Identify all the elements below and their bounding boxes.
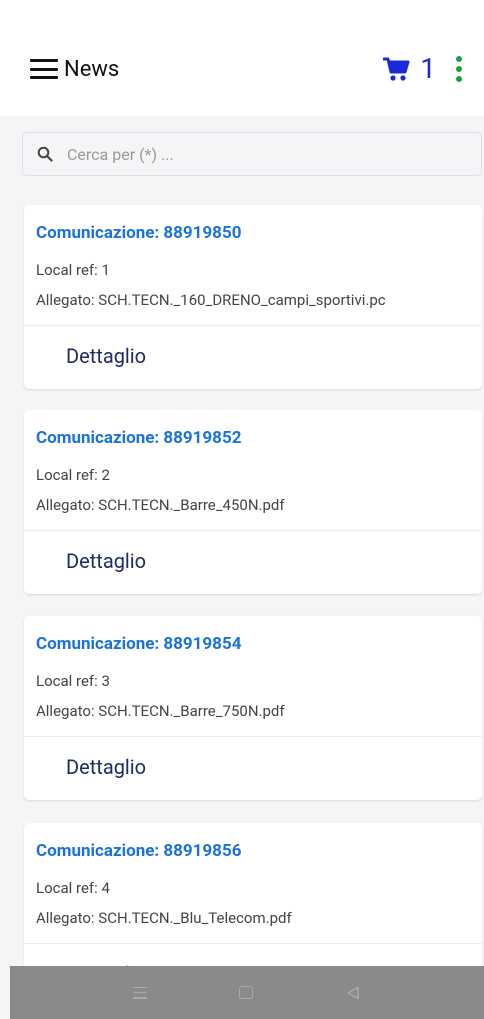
card-divider <box>24 325 482 326</box>
card-divider <box>24 736 482 737</box>
cart-button[interactable]: 1 <box>382 55 436 83</box>
card-attachment: Allegato: SCH.TECN._160_DRENO_campi_spor… <box>36 291 386 309</box>
cart-icon <box>383 57 410 81</box>
menu-icon[interactable] <box>30 59 58 79</box>
card-attachment: Allegato: SCH.TECN._Barre_750N.pdf <box>36 702 285 720</box>
search-icon <box>37 146 53 162</box>
news-card: Comunicazione: 88919850 Local ref: 1 All… <box>24 205 482 389</box>
news-card: Comunicazione: 88919852 Local ref: 2 All… <box>24 410 482 594</box>
card-attachment: Allegato: SCH.TECN._Blu_Telecom.pdf <box>36 909 292 927</box>
recents-nav-icon[interactable] <box>133 986 147 999</box>
more-options-icon[interactable] <box>454 56 464 82</box>
system-navigation-bar <box>10 966 484 1019</box>
app-header: News 1 <box>0 22 484 116</box>
card-local-ref: Local ref: 2 <box>36 466 110 484</box>
card-divider <box>24 530 482 531</box>
cart-count-badge: 1 <box>420 52 436 85</box>
page-title: News <box>64 56 120 82</box>
card-attachment: Allegato: SCH.TECN._Barre_450N.pdf <box>36 496 285 514</box>
card-title[interactable]: Comunicazione: 88919850 <box>36 223 241 243</box>
status-area <box>0 0 484 22</box>
card-title[interactable]: Comunicazione: 88919856 <box>36 841 241 861</box>
detail-button[interactable]: Dettaglio <box>54 544 158 578</box>
card-title[interactable]: Comunicazione: 88919854 <box>36 634 241 654</box>
back-nav-icon[interactable] <box>345 986 361 1000</box>
home-nav-icon[interactable] <box>239 986 253 999</box>
search-input[interactable] <box>65 143 449 165</box>
card-divider <box>24 943 482 944</box>
detail-button[interactable]: Dettaglio <box>54 750 158 784</box>
card-local-ref: Local ref: 3 <box>36 672 110 690</box>
card-local-ref: Local ref: 4 <box>36 879 110 897</box>
news-card: Comunicazione: 88919854 Local ref: 3 All… <box>24 616 482 800</box>
card-title[interactable]: Comunicazione: 88919852 <box>36 428 241 448</box>
detail-button[interactable]: Dettaglio <box>54 339 158 373</box>
card-local-ref: Local ref: 1 <box>36 261 110 279</box>
search-bar[interactable] <box>22 132 482 176</box>
